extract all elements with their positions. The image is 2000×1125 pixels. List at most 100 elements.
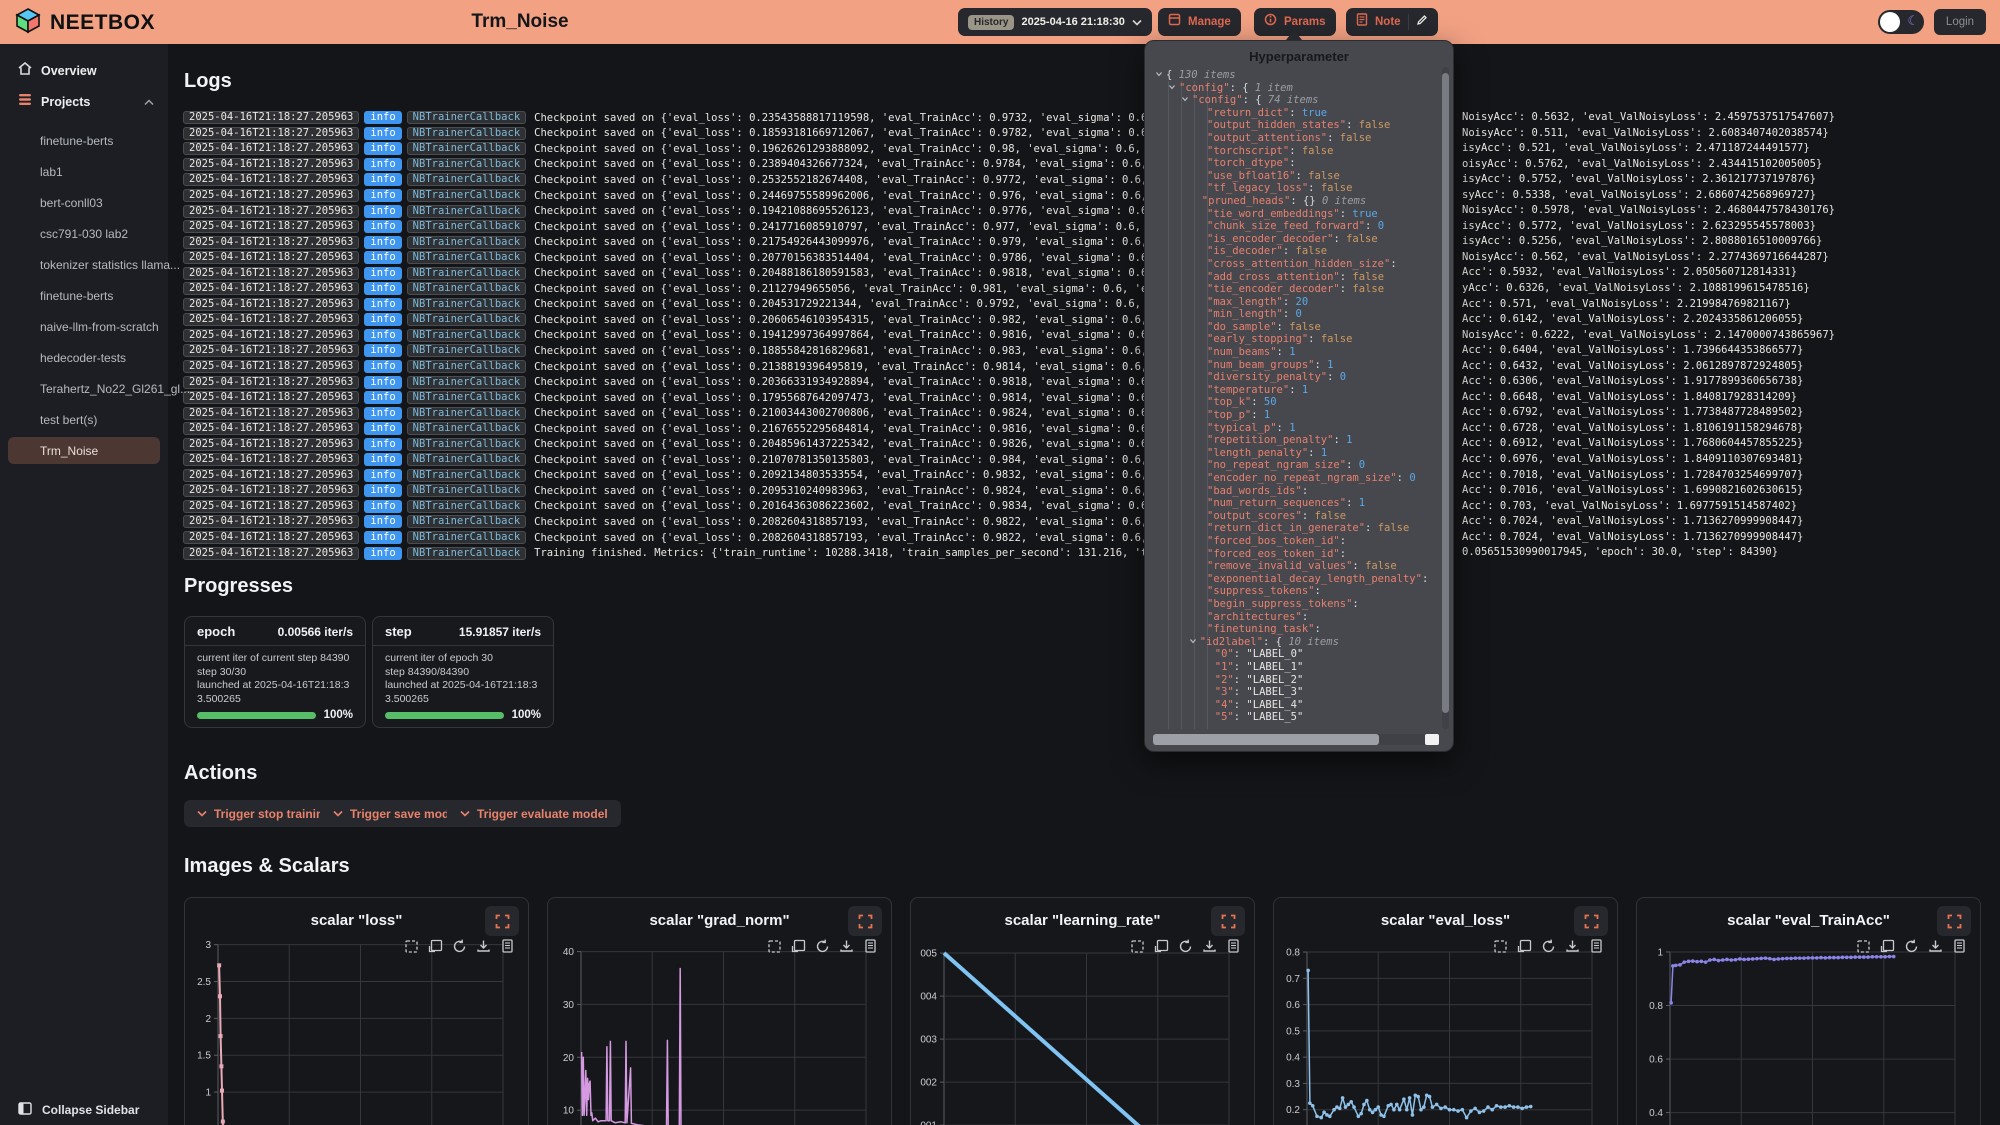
log-timestamp-badge: 2025-04-16T21:18:27.205963 [183,531,359,544]
svg-text:005: 005 [920,949,937,960]
zoom-box-select-icon[interactable] [766,938,783,959]
log-caller-badge: NBTrainerCallback [407,547,526,560]
pan-select-icon[interactable] [1153,938,1170,959]
log-row: 2025-04-16T21:18:27.205963infoNBTrainerC… [183,436,1863,452]
sidebar: Overview Projects finetune-berts lab1 bert… [0,44,168,1125]
history-dropdown[interactable]: History 2025-04-16 21:18:30 [958,8,1152,36]
tree-caret-icon[interactable] [1189,636,1200,648]
popup-vertical-scrollbar[interactable] [1442,67,1449,729]
sidebar-item-project[interactable]: csc791-030 lab2 [8,220,160,247]
json-tree-row: "tf_legacy_loss": false [1153,182,1437,195]
zoom-box-select-icon[interactable] [1855,938,1872,959]
tree-caret-icon[interactable] [1168,82,1179,94]
pencil-icon[interactable] [1416,13,1428,31]
pan-select-icon[interactable] [1516,938,1533,959]
sidebar-item-project[interactable]: lab1 [8,158,160,185]
json-colon: : [1289,157,1295,169]
svg-text:0.7: 0.7 [1286,974,1300,985]
json-value: false [1340,132,1372,144]
sidebar-item-project[interactable]: hedecoder-tests [8,344,160,371]
pan-select-icon[interactable] [790,938,807,959]
json-key: "return_dict" [1207,107,1289,119]
collapse-sidebar-button[interactable]: Collapse Sidebar [0,1095,168,1125]
download-icon[interactable] [475,938,492,959]
sidebar-item-overview[interactable]: Overview [0,58,168,84]
json-colon: : [1283,245,1296,257]
chart-plot: 005004003002001 [911,941,1256,1125]
json-tree-row: "num_beam_groups": 1 [1153,359,1437,372]
refresh-icon[interactable] [1903,938,1920,959]
tree-caret-icon[interactable] [1181,94,1192,106]
json-tree-row: "torch_dtype": [1153,157,1437,170]
download-icon[interactable] [1201,938,1218,959]
log-caller-badge: NBTrainerCallback [407,236,526,249]
log-row: 2025-04-16T21:18:27.205963infoNBTrainerC… [183,281,1863,297]
log-message-tail: yAcc': 0.6326, 'eval_ValNoisyLoss': 2.10… [1462,282,1810,294]
zoom-box-select-icon[interactable] [1129,938,1146,959]
log-message-tail: Acc': 0.6306, 'eval_ValNoisyLoss': 1.917… [1462,375,1803,387]
action-button[interactable]: Trigger evaluate model [447,800,621,827]
data-file-icon[interactable] [862,938,879,959]
download-icon[interactable] [838,938,855,959]
data-file-icon[interactable] [1225,938,1242,959]
sidebar-item-project[interactable]: Terahertz_No22_Gl261_gl... [8,375,160,402]
data-file-icon[interactable] [1588,938,1605,959]
theme-toggle[interactable]: ☾ [1878,10,1924,34]
log-timestamp-badge: 2025-04-16T21:18:27.205963 [183,220,359,233]
json-tree-row: "length_penalty": 1 [1153,447,1437,460]
refresh-icon[interactable] [451,938,468,959]
divider [1408,14,1409,30]
json-key: "3" [1215,686,1234,698]
log-row: 2025-04-16T21:18:27.205963infoNBTrainerC… [183,530,1863,546]
popup-horizontal-scrollbar[interactable] [1153,734,1439,745]
json-colon: : [1283,296,1296,308]
expand-chart-button[interactable] [848,906,882,936]
refresh-icon[interactable] [1177,938,1194,959]
json-tree-row: "pruned_heads": {} 0 items [1153,195,1437,208]
expand-chart-button[interactable] [1574,906,1608,936]
sidebar-item-project[interactable]: tokenizer statistics llama... [8,251,160,278]
sidebar-item-project[interactable]: bert-conll03 [8,189,160,216]
log-timestamp-badge: 2025-04-16T21:18:27.205963 [183,469,359,482]
log-level-badge: info [364,391,401,404]
expand-chart-button[interactable] [1937,906,1971,936]
log-row: 2025-04-16T21:18:27.205963infoNBTrainerC… [183,250,1863,266]
data-file-icon[interactable] [1951,938,1968,959]
manage-button[interactable]: Manage [1158,8,1241,36]
zoom-box-select-icon[interactable] [403,938,420,959]
pan-select-icon[interactable] [427,938,444,959]
log-message-tail: Acc': 0.7016, 'eval_ValNoisyLoss': 1.699… [1462,484,1803,496]
note-button-group[interactable]: Note [1346,8,1438,36]
sidebar-item-project[interactable]: test bert(s) [8,406,160,433]
json-value: false [1378,522,1410,534]
json-item-count: 1 item [1255,82,1293,94]
json-key: "add_cross_attention" [1207,271,1340,283]
chevron-up-icon[interactable] [144,93,154,111]
chart-card: scalar "eval_TrainAcc"10.80.60.40.2 [1636,897,1981,1125]
note-label: Note [1375,16,1401,28]
refresh-icon[interactable] [1540,938,1557,959]
json-tree-row: "torchscript": false [1153,145,1437,158]
json-key: "typical_p" [1207,422,1277,434]
sidebar-item-project[interactable]: finetune-berts [8,127,160,154]
pan-select-icon[interactable] [1879,938,1896,959]
log-level-badge: info [364,531,401,544]
sidebar-item-project[interactable]: finetune-berts [8,282,160,309]
data-file-icon[interactable] [499,938,516,959]
zoom-box-select-icon[interactable] [1492,938,1509,959]
refresh-icon[interactable] [814,938,831,959]
login-button[interactable]: Login [1934,9,1986,35]
sidebar-item-projects[interactable]: Projects [0,89,168,115]
log-message-tail: NoisyAcc': 0.5978, 'eval_ValNoisyLoss': … [1462,204,1835,216]
sidebar-item-project[interactable]: naive-llm-from-scratch [8,313,160,340]
progress-percent: 100% [324,709,353,721]
expand-chart-button[interactable] [1211,906,1245,936]
json-value: false [1302,145,1334,157]
tree-caret-icon[interactable] [1155,69,1166,81]
expand-chart-button[interactable] [485,906,519,936]
hyperparameter-popup: Hyperparameter { 130 items"config": { 1 … [1144,40,1454,752]
download-icon[interactable] [1564,938,1581,959]
sidebar-item-project[interactable]: Trm_Noise [8,437,160,464]
json-key: "torchscript" [1207,145,1289,157]
download-icon[interactable] [1927,938,1944,959]
